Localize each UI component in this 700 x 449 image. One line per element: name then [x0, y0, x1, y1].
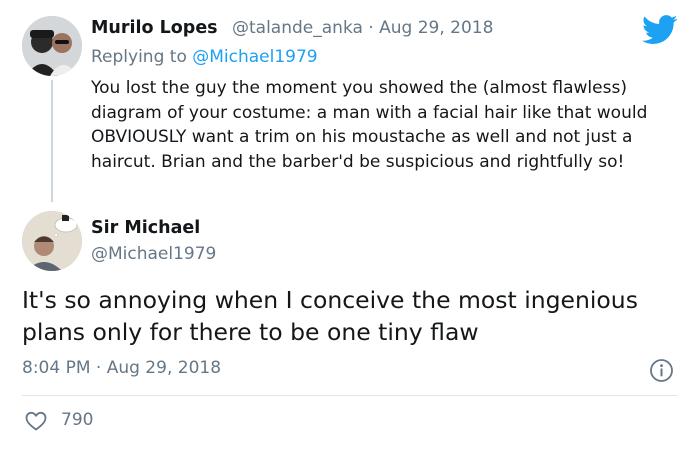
- avatar[interactable]: [22, 211, 82, 271]
- tweet-timestamp[interactable]: 8:04 PM · Aug 29, 2018: [22, 358, 221, 378]
- reply-date[interactable]: Aug 29, 2018: [379, 18, 493, 38]
- thread-line: [51, 80, 53, 202]
- replying-to-handle[interactable]: @Michael1979: [192, 47, 317, 67]
- replying-to-label: Replying to: [91, 47, 187, 67]
- avatar-image: [22, 211, 82, 271]
- like-count: 790: [61, 410, 94, 430]
- heart-icon[interactable]: [24, 409, 48, 433]
- reply-author-meta: @talande_anka · Aug 29, 2018: [232, 18, 493, 38]
- avatar[interactable]: [22, 16, 82, 76]
- tweet-author-name[interactable]: Sir Michael: [91, 218, 200, 238]
- tweet-text: It's so annoying when I conceive the mos…: [22, 286, 638, 346]
- reply-author-name[interactable]: Murilo Lopes: [91, 18, 218, 38]
- avatar-image: [22, 16, 82, 76]
- twitter-bird-icon[interactable]: [642, 14, 678, 46]
- meta-separator: ·: [368, 18, 374, 38]
- tweet-author-handle[interactable]: @Michael1979: [91, 244, 216, 264]
- replying-to: Replying to @Michael1979: [91, 47, 318, 67]
- info-icon[interactable]: [649, 358, 674, 383]
- reply-text: You lost the guy the moment you showed t…: [91, 78, 648, 172]
- divider: [22, 395, 678, 396]
- reply-author-handle[interactable]: @talande_anka: [232, 18, 363, 38]
